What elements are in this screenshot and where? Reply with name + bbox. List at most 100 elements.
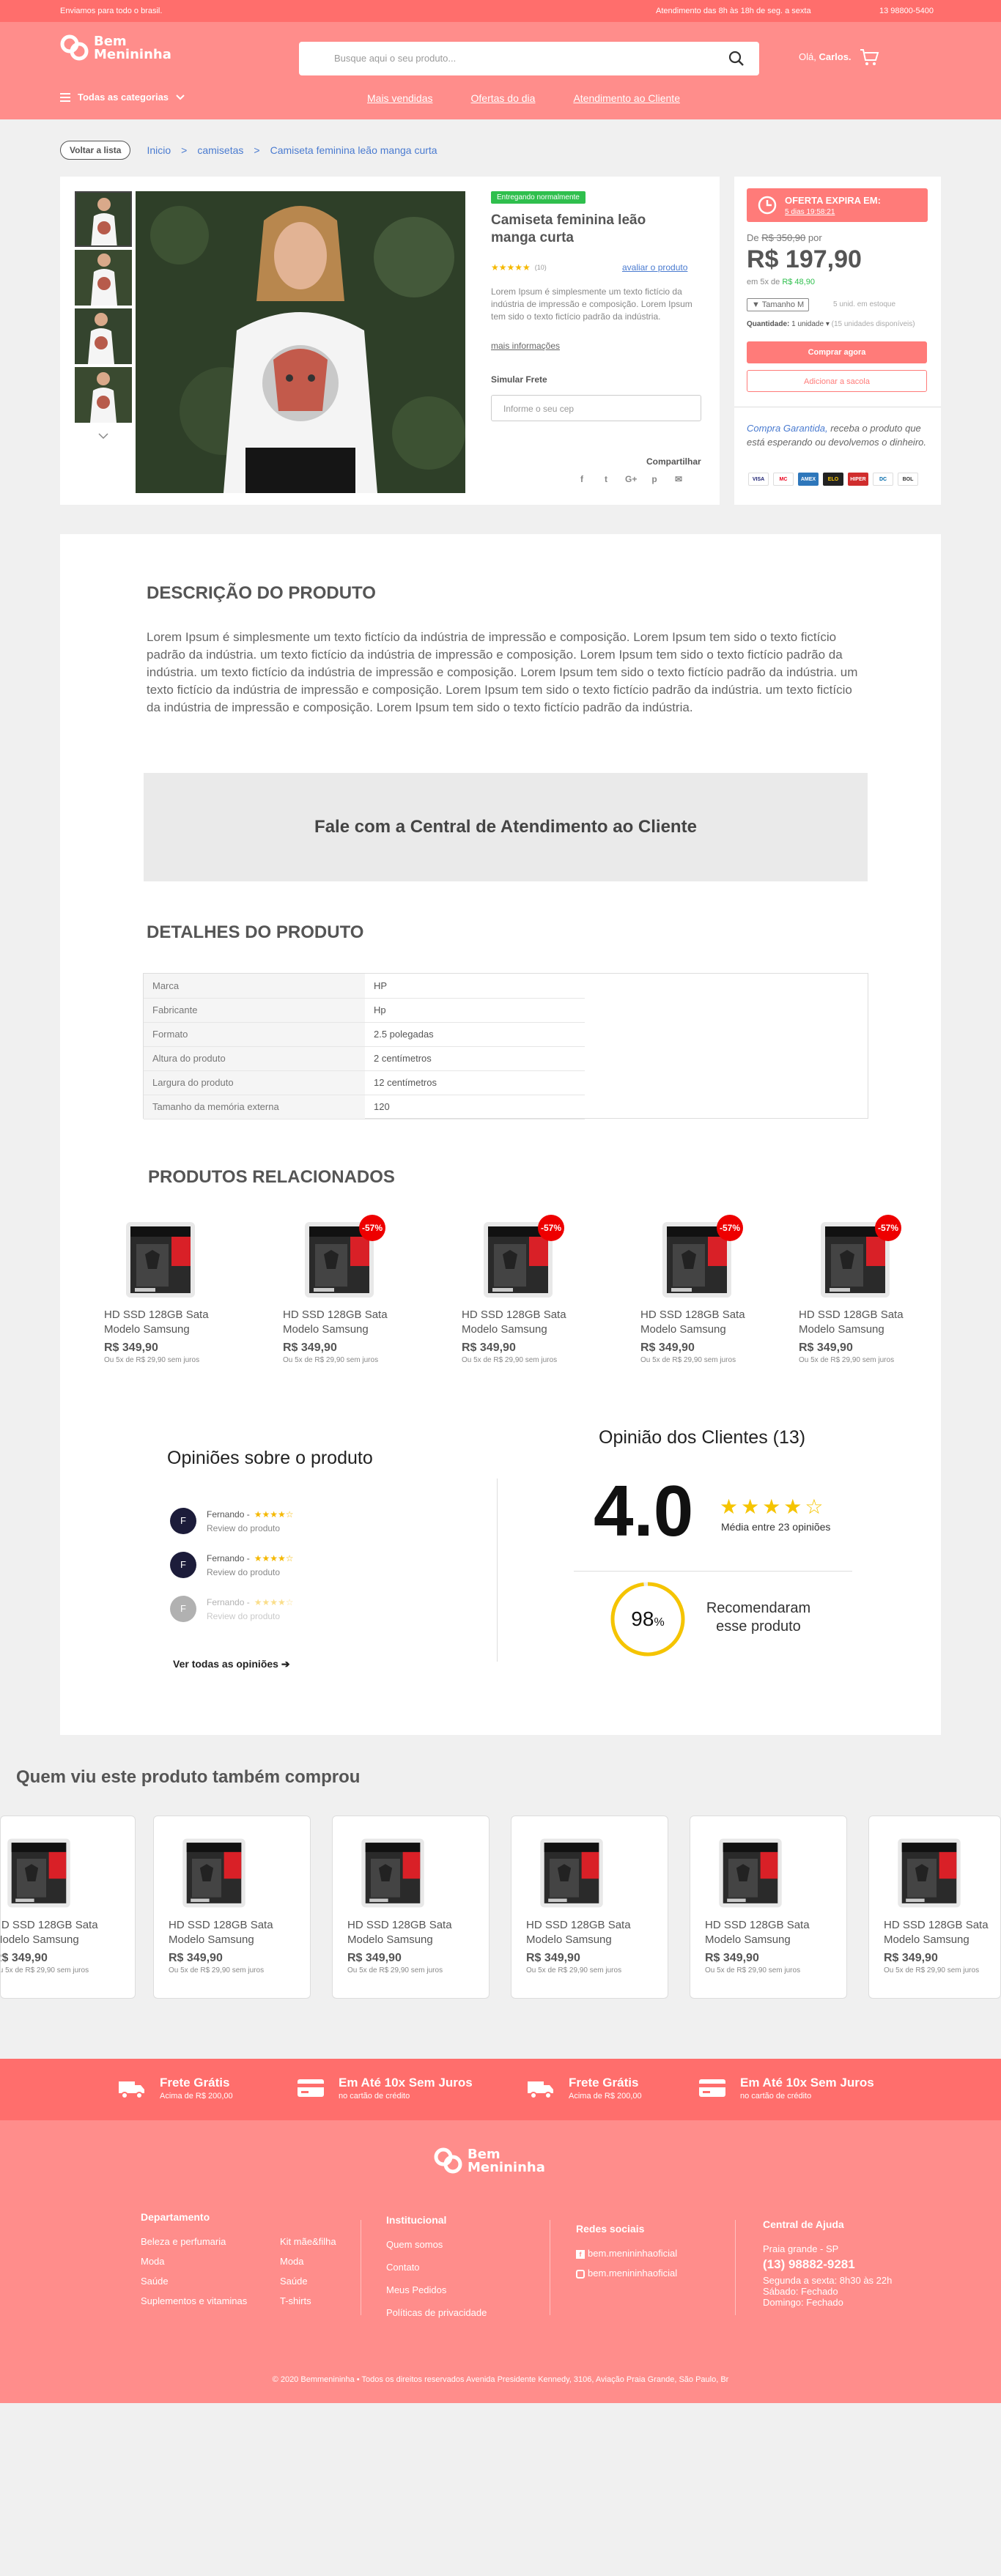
rate-product-link[interactable]: avaliar o produto bbox=[622, 262, 687, 273]
thumbnail-2[interactable] bbox=[75, 250, 132, 306]
copyright: © 2020 Bemmenininha • Todos os direitos … bbox=[272, 2375, 729, 2384]
nav-link-mais-vendidas[interactable]: Mais vendidas bbox=[367, 92, 433, 104]
average-caption: Média entre 23 opiniões bbox=[721, 1521, 831, 1533]
table-row: Formato 2.5 polegadas bbox=[144, 1022, 585, 1047]
product-price: R$ 349,90 bbox=[799, 1341, 853, 1354]
review-item: F Fernando - ★★★★☆ Review do produto bbox=[170, 1508, 294, 1534]
user-greeting[interactable]: Olá, Carlos. bbox=[799, 51, 852, 62]
related-product-card[interactable]: HD SSD 128GB Sata Modelo Samsung R$ 349,9… bbox=[104, 1218, 221, 1364]
breadcrumb-category[interactable]: camisetas bbox=[197, 144, 243, 156]
product-title: Camiseta feminina leão manga curta bbox=[491, 212, 646, 245]
product-name: HD SSD 128GB Sata Modelo Samsung bbox=[0, 1919, 98, 1946]
product-price: R$ 349,90 bbox=[283, 1341, 337, 1354]
product-main-image[interactable] bbox=[136, 191, 465, 493]
also-bought-card[interactable]: HD SSD 128GB Sata Modelo Samsung R$ 349,9… bbox=[332, 1816, 490, 1999]
also-bought-card[interactable]: HD SSD 128GB Sata Modelo Samsung R$ 349,9… bbox=[0, 1816, 136, 1999]
footer-link[interactable]: Moda bbox=[141, 2256, 265, 2267]
recommend-text: Recomendaram esse produto bbox=[706, 1600, 811, 1635]
footer-link[interactable]: Suplementos e vitaminas bbox=[141, 2295, 265, 2306]
footer-link[interactable]: Contato bbox=[386, 2262, 487, 2273]
offer-title: OFERTA EXPIRA EM: bbox=[785, 195, 881, 206]
footer-link[interactable]: Beleza e perfumaria bbox=[141, 2236, 265, 2247]
footer-logo[interactable]: Bem Menininha bbox=[434, 2147, 545, 2176]
footer-link[interactable]: T-shirts bbox=[280, 2295, 336, 2306]
footer-link[interactable]: Saúde bbox=[141, 2276, 265, 2287]
email-icon[interactable]: ✉ bbox=[673, 474, 684, 484]
instagram-link[interactable]: bem.menininhaoficial bbox=[576, 2268, 677, 2279]
facebook-icon: f bbox=[576, 2250, 585, 2259]
help-phone[interactable]: (13) 98882-9281 bbox=[763, 2257, 892, 2272]
twitter-icon[interactable]: t bbox=[601, 474, 611, 484]
phone-number[interactable]: 13 98800-5400 bbox=[879, 7, 934, 15]
discount-badge: -57% bbox=[538, 1215, 564, 1241]
table-row: Largura do produto 12 centímetros bbox=[144, 1070, 585, 1095]
related-product-card[interactable]: -57% HD SSD 128GB Sata Modelo Samsung R$ 3… bbox=[799, 1215, 916, 1364]
footer-link[interactable]: Kit mãe&filha bbox=[280, 2236, 336, 2247]
footer-link[interactable]: Meus Pedidos bbox=[386, 2284, 487, 2295]
also-bought-card[interactable]: HD SSD 128GB Sata Modelo Samsung R$ 349,9… bbox=[868, 1816, 1001, 1999]
nav-link-atendimento[interactable]: Atendimento ao Cliente bbox=[573, 92, 680, 104]
description-body: Lorem Ipsum é simplesmente um texto fict… bbox=[147, 630, 858, 714]
back-to-list-button[interactable]: Voltar a lista bbox=[60, 141, 131, 160]
search-input[interactable]: Busque aqui o seu produto... bbox=[299, 42, 759, 75]
cep-input[interactable]: Informe o seu cep bbox=[491, 395, 701, 421]
table-row: Marca HP bbox=[144, 974, 585, 999]
product-short-description: Lorem Ipsum é simplesmente um texto fict… bbox=[491, 286, 692, 322]
buy-now-button[interactable]: Comprar agora bbox=[747, 341, 927, 363]
related-product-card[interactable]: -57% HD SSD 128GB Sata Modelo Samsung R$ 3… bbox=[283, 1215, 400, 1364]
facebook-icon[interactable]: f bbox=[577, 474, 587, 484]
reviews-title: Opiniões sobre o produto bbox=[167, 1448, 373, 1468]
also-bought-card[interactable]: HD SSD 128GB Sata Modelo Samsung R$ 349,9… bbox=[153, 1816, 311, 1999]
table-row: Fabricante Hp bbox=[144, 998, 585, 1023]
discount-badge: -57% bbox=[717, 1215, 743, 1241]
share-label: Compartilhar bbox=[646, 456, 701, 467]
breadcrumb-current[interactable]: Camiseta feminina leão manga curta bbox=[270, 144, 437, 156]
cart-icon[interactable] bbox=[859, 47, 879, 67]
review-item: F Fernando - ★★★★☆ Review do produto bbox=[170, 1596, 294, 1622]
also-bought-title: Quem viu este produto também comprou bbox=[16, 1767, 361, 1787]
pinterest-icon[interactable]: p bbox=[649, 474, 660, 484]
logo-mark-icon bbox=[60, 34, 89, 61]
google-plus-icon[interactable]: G+ bbox=[625, 474, 637, 484]
product-price: R$ 349,90 bbox=[640, 1341, 695, 1354]
thumbnail-4[interactable] bbox=[75, 367, 132, 423]
breadcrumb-home[interactable]: Inicio bbox=[147, 144, 171, 156]
product-name: HD SSD 128GB Sata Modelo Samsung bbox=[462, 1309, 566, 1336]
callcenter-banner[interactable]: Fale com a Central de Atendimento ao Cli… bbox=[144, 773, 868, 881]
user-name: Carlos. bbox=[819, 51, 852, 62]
search-icon[interactable] bbox=[728, 51, 745, 67]
card-icon bbox=[699, 2079, 725, 2097]
footer-social: Redes sociais f bem.menininhaoficial bem.… bbox=[576, 2223, 678, 2279]
footer-link[interactable]: Políticas de privacidade bbox=[386, 2307, 487, 2318]
also-bought-card[interactable]: HD SSD 128GB Sata Modelo Samsung R$ 349,9… bbox=[511, 1816, 668, 1999]
product-price: R$ 349,90 bbox=[104, 1341, 158, 1354]
logo[interactable]: Bem Menininha bbox=[60, 34, 171, 63]
thumbnails-down-icon[interactable] bbox=[98, 433, 108, 440]
thumbnail-3[interactable] bbox=[75, 308, 132, 364]
more-info-link[interactable]: mais informações bbox=[491, 341, 560, 351]
divider bbox=[574, 1571, 852, 1572]
facebook-link[interactable]: f bem.menininhaoficial bbox=[576, 2248, 677, 2259]
size-select[interactable]: ▼ Tamanho M bbox=[747, 298, 810, 311]
also-bought-card[interactable]: HD SSD 128GB Sata Modelo Samsung R$ 349,9… bbox=[690, 1816, 847, 1999]
thumbnail-1[interactable] bbox=[75, 191, 132, 247]
recommend-ring: 98% bbox=[608, 1580, 687, 1659]
product-name: HD SSD 128GB Sata Modelo Samsung bbox=[347, 1919, 452, 1946]
quantity-select[interactable]: Quantidade: 1 unidade ▾ (15 unidades dis… bbox=[747, 320, 915, 328]
logo-line2: Menininha bbox=[94, 47, 171, 62]
product-installments: Ou 5x de R$ 29,90 sem juros bbox=[884, 1966, 980, 1974]
related-product-card[interactable]: -57% HD SSD 128GB Sata Modelo Samsung R$ 3… bbox=[462, 1215, 579, 1364]
nav-link-ofertas[interactable]: Ofertas do dia bbox=[471, 92, 536, 104]
average-stars-icon: ★★★★☆ bbox=[720, 1495, 827, 1518]
footer-link[interactable]: Saúde bbox=[280, 2276, 336, 2287]
footer-link[interactable]: Quem somos bbox=[386, 2239, 487, 2250]
product-installments: Ou 5x de R$ 29,90 sem juros bbox=[0, 1966, 89, 1974]
categories-menu[interactable]: Todas as categorias bbox=[60, 92, 185, 103]
add-to-cart-button[interactable]: Adicionar a sacola bbox=[747, 370, 927, 392]
see-all-reviews-link[interactable]: Ver todas as opiniões ➔ bbox=[173, 1658, 290, 1670]
related-product-card[interactable]: -57% HD SSD 128GB Sata Modelo Samsung R$ 3… bbox=[640, 1215, 758, 1364]
specs-table: Marca HP Fabricante Hp Formato 2.5 polegada… bbox=[143, 973, 868, 1119]
logo-mark-icon bbox=[434, 2147, 462, 2174]
product-name: HD SSD 128GB Sata Modelo Samsung bbox=[169, 1919, 273, 1946]
footer-link[interactable]: Moda bbox=[280, 2256, 336, 2267]
